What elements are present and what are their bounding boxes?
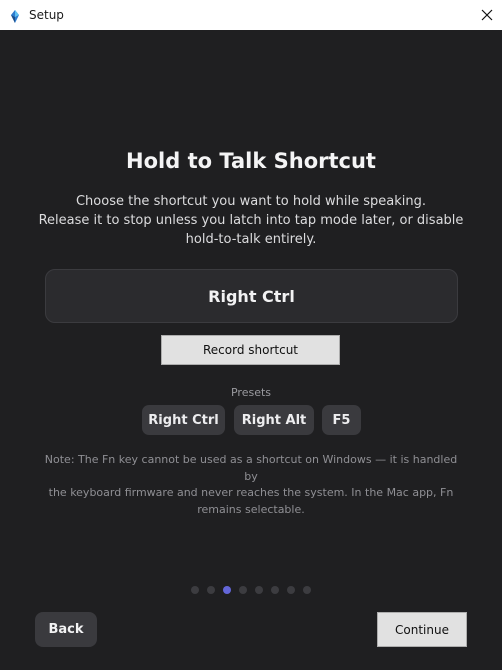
preset-right-ctrl-button[interactable]: Right Ctrl	[142, 405, 225, 435]
continue-button[interactable]: Continue	[377, 612, 467, 647]
preset-right-alt-button[interactable]: Right Alt	[234, 405, 314, 435]
back-button[interactable]: Back	[35, 612, 97, 647]
step-dot	[255, 586, 263, 594]
page-description: Choose the shortcut you want to hold whi…	[36, 192, 466, 249]
note-line: remains selectable.	[197, 502, 305, 516]
page-title: Hold to Talk Shortcut	[126, 149, 376, 173]
description-line: hold-to-talk entirely.	[185, 232, 317, 247]
title-bar: Setup	[0, 0, 502, 31]
description-line: Choose the shortcut you want to hold whi…	[75, 194, 427, 209]
description-line: Release it to stop unless you latch into…	[38, 213, 464, 228]
setup-content: Hold to Talk Shortcut Choose the shortcu…	[0, 30, 502, 670]
fn-key-note: Note: The Fn key cannot be used as a sho…	[40, 452, 462, 518]
app-logo-icon	[9, 8, 21, 23]
step-dot	[239, 586, 247, 594]
note-line: the keyboard firmware and never reaches …	[48, 486, 454, 499]
step-dot	[223, 586, 231, 594]
preset-f5-button[interactable]: F5	[322, 405, 361, 435]
note-line: Note: The Fn key cannot be used as a sho…	[44, 453, 458, 483]
record-shortcut-button[interactable]: Record shortcut	[161, 335, 340, 365]
step-dot	[191, 586, 199, 594]
step-dot	[287, 586, 295, 594]
presets-label: Presets	[230, 386, 272, 399]
window-title: Setup	[29, 8, 64, 22]
step-dot	[271, 586, 279, 594]
step-dot	[207, 586, 215, 594]
current-shortcut-display: Right Ctrl	[45, 269, 458, 323]
step-dot	[303, 586, 311, 594]
close-icon[interactable]	[472, 0, 502, 30]
